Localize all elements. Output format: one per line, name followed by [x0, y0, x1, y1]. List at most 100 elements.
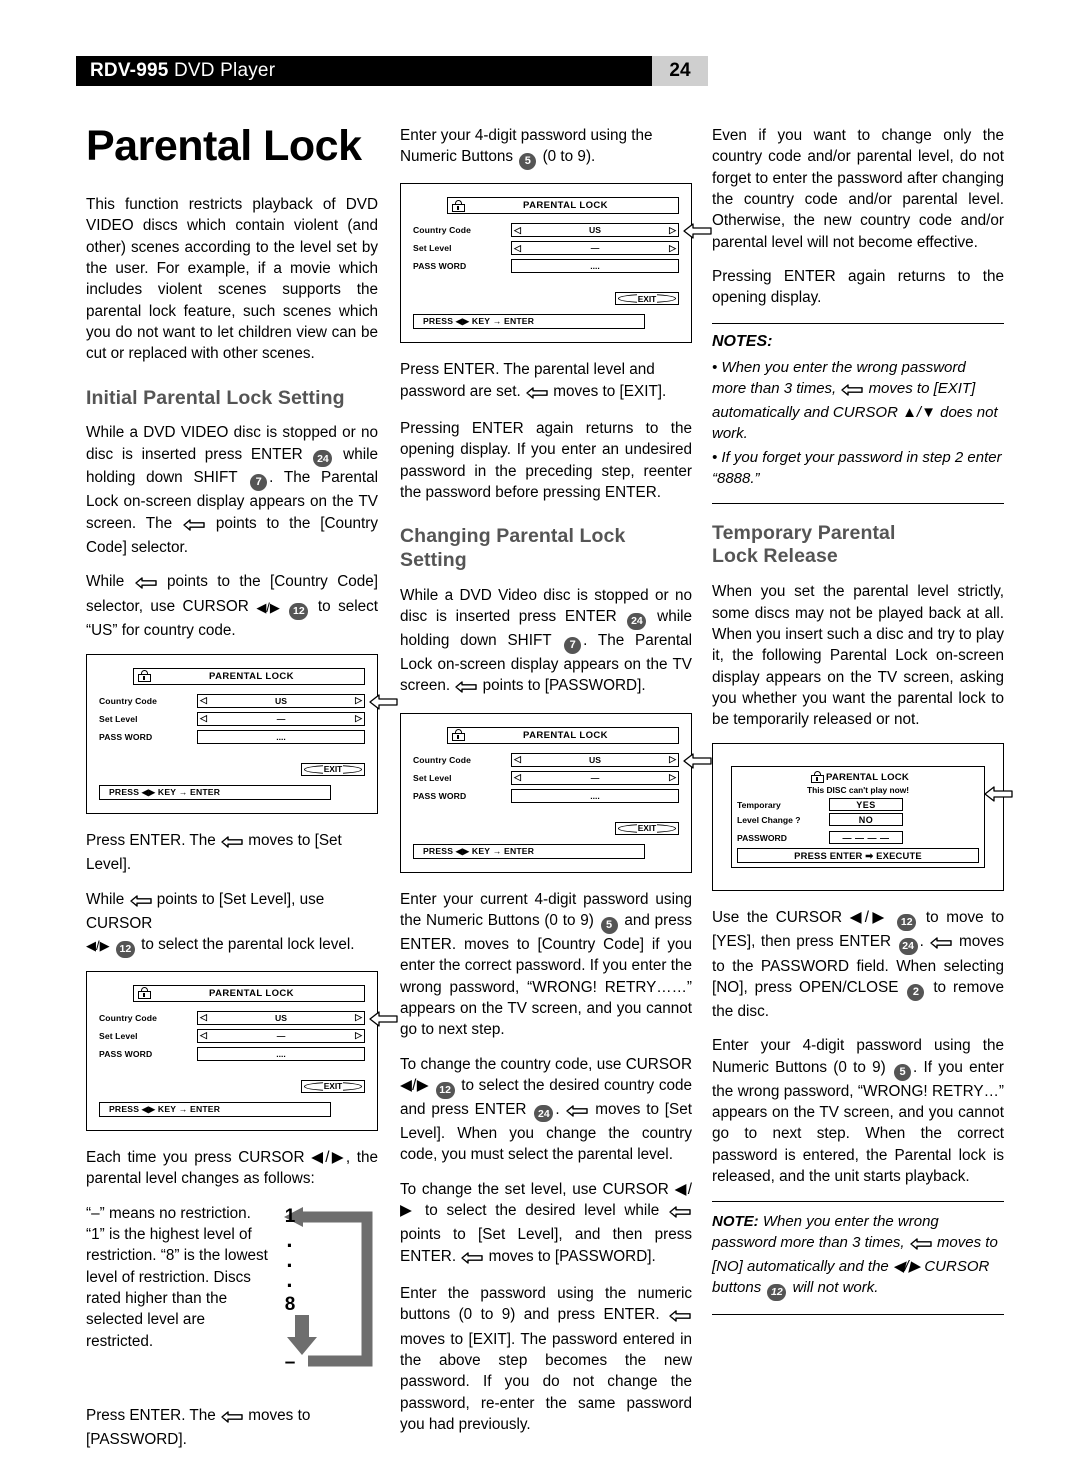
left-p7-a: Press ENTER. The — [86, 1406, 216, 1424]
osd-field-password[interactable]: .... — [197, 1046, 365, 1061]
osd-value-set-level: — — [590, 772, 600, 783]
heading-temporary-line2: Lock Release — [712, 545, 838, 568]
osd-title-bar: PARENTAL LOCK — [447, 197, 679, 215]
left-pointer-arrow-icon — [669, 1307, 691, 1328]
osd2-row-password: PASSWORD — — — — — [737, 831, 979, 845]
left-pointer-arrow-icon — [566, 1102, 589, 1123]
page-number: 24 — [652, 56, 708, 86]
osd-label-country-code: Country Code — [413, 754, 472, 765]
osd-value-password: .... — [590, 790, 600, 801]
badge-shift-7: 7 — [564, 636, 582, 654]
osd2-footer-hint: PRESS ENTER ➡ EXECUTE — [737, 848, 979, 864]
caret-left-icon: ◁ — [514, 772, 521, 783]
header-model: RDV-995 — [90, 60, 169, 81]
badge-shift-7: 7 — [250, 474, 268, 492]
right-p5-b: . If you enter the wrong password, “WRON… — [712, 1058, 1005, 1185]
header-product: DVD Player — [168, 60, 276, 81]
badge-open-close-2: 2 — [907, 983, 925, 1001]
osd-title: PARENTAL LOCK — [523, 200, 608, 212]
osd-field-set-level[interactable]: ◁ — ▷ — [197, 1028, 365, 1043]
left-pointer-arrow-icon — [134, 574, 157, 595]
cursor-left-right-icon: ◀/▶ — [256, 599, 280, 615]
osd-figure-set-level: PARENTAL LOCK Country Code ◁ US ▷ Set Le… — [86, 970, 398, 1131]
osd-exit-button[interactable]: EXIT — [301, 1079, 365, 1093]
left-p2-a: While — [86, 573, 125, 591]
osd-exit-button[interactable]: EXIT — [615, 292, 679, 306]
osd2-label-temporary: Temporary — [737, 799, 781, 810]
osd-field-country-code[interactable]: ◁ US ▷ — [511, 223, 679, 238]
badge-numeric-5: 5 — [600, 916, 618, 934]
osd-field-password[interactable]: .... — [511, 259, 679, 274]
note-label: NOTE: — [712, 1213, 759, 1231]
mid-p7-a: To change the set level, use CURSOR ◀/▶ … — [400, 1180, 692, 1219]
osd-row-set-level: Set Level ◁ — ▷ — [99, 1011, 398, 1043]
right-note-1: • When you enter the wrong password more… — [712, 357, 1004, 444]
left-p1-a: While a DVD VIDEO disc is stopped or no … — [86, 424, 378, 463]
right-paragraph-5: Enter your 4-digit password using the Nu… — [712, 1035, 1004, 1187]
left-paragraph-7: Press ENTER. The moves to [PASSWORD]. — [86, 1405, 378, 1451]
osd-exit-label: EXIT — [636, 823, 658, 834]
left-pointer-arrow-icon — [461, 1249, 484, 1270]
caret-right-icon: ▷ — [355, 695, 362, 706]
osd-row-password: PASS WORD .... — [413, 223, 712, 274]
osd-row-country-code: Country Code ◁ US ▷ — [99, 693, 398, 710]
mid-p6-c: . — [555, 1100, 560, 1118]
page-title: Parental Lock — [86, 122, 362, 170]
heading-changing-parental-lock-setting: Changing Parental Lock Setting — [400, 525, 626, 572]
osd-exit-button[interactable]: EXIT — [615, 821, 679, 835]
osd-label-password: PASS WORD — [99, 731, 153, 742]
osd-label-set-level: Set Level — [99, 713, 138, 724]
mid-paragraph-6: To change the country code, use CURSOR ◀… — [400, 1054, 692, 1166]
left-p4-c: to select the parental lock level. — [141, 936, 355, 954]
osd-value-set-level: — — [276, 1030, 286, 1041]
osd-field-password[interactable]: .... — [197, 729, 365, 744]
badge-cursor-12: 12 — [289, 602, 309, 620]
right-column: Even if you want to change only the coun… — [712, 125, 1013, 1315]
mid-p8-a: Enter the password using the numeric but… — [400, 1284, 692, 1324]
osd2-option-no[interactable]: NO — [829, 813, 903, 827]
badge-enter-24: 24 — [898, 937, 918, 955]
right-paragraph-1: Even if you want to change only the coun… — [712, 127, 1004, 251]
osd-value-country-code: US — [275, 695, 287, 706]
osd-field-country-code[interactable]: ◁ US ▷ — [511, 752, 679, 767]
badge-enter-24: 24 — [534, 1105, 554, 1123]
osd2-option-yes[interactable]: YES — [829, 798, 903, 812]
right-paragraph-3: When you set the parental level strictly… — [712, 583, 1004, 729]
osd-value-password: .... — [590, 261, 600, 272]
osd-value-password: .... — [276, 1048, 286, 1059]
right-note-2: • If you forget your password in step 2 … — [712, 448, 1002, 487]
osd-field-set-level[interactable]: ◁ — ▷ — [511, 241, 679, 256]
caret-right-icon: ▷ — [669, 772, 676, 783]
osd-label-set-level: Set Level — [413, 772, 452, 783]
osd-label-set-level: Set Level — [99, 1030, 138, 1041]
osd-row-password: PASS WORD .... — [99, 729, 365, 744]
osd-exit-label: EXIT — [322, 1081, 344, 1092]
osd-value-country-code: US — [589, 754, 601, 765]
osd-row-country-code: Country Code ◁ US ▷ — [413, 752, 679, 767]
caret-right-icon: ▷ — [669, 754, 676, 765]
left-pointer-arrow-icon — [841, 381, 864, 402]
mid-paragraph-5: Enter your current 4-digit password usin… — [400, 889, 692, 1041]
osd-figure-country-code: PARENTAL LOCK Country Code ◁ US ▷ Set Le… — [86, 653, 398, 814]
osd-pointer-arrow-icon — [368, 1010, 399, 1028]
osd-value-set-level: — — [590, 243, 600, 254]
mid-p4-d: points to [PASSWORD]. — [482, 677, 646, 695]
mid-paragraph-4: While a DVD Video disc is stopped or no … — [400, 585, 692, 700]
osd-field-set-level[interactable]: ◁ — ▷ — [197, 711, 365, 726]
badge-cursor-12: 12 — [767, 1283, 787, 1301]
osd-row-country-code: Country Code ◁ US ▷ — [99, 1010, 365, 1025]
osd-field-set-level[interactable]: ◁ — ▷ — [511, 770, 679, 785]
osd-exit-button[interactable]: EXIT — [301, 762, 365, 776]
caret-left-icon: ◁ — [200, 713, 207, 724]
osd-field-country-code[interactable]: ◁ US ▷ — [197, 1010, 365, 1025]
page-header-title: RDV-995 DVD Player — [76, 60, 275, 82]
osd-row-set-level: Set Level ◁ — ▷ — [413, 770, 679, 785]
osd-pointer-arrow-icon — [682, 752, 713, 770]
left-p3-a: Press ENTER. The — [86, 831, 216, 849]
notes-heading: NOTES: — [712, 332, 773, 350]
osd-title-bar: PARENTAL LOCK — [133, 667, 365, 685]
left-pointer-arrow-icon — [221, 1408, 243, 1429]
osd-field-password[interactable]: .... — [511, 788, 679, 803]
osd2-field-password[interactable]: — — — — — [829, 831, 903, 845]
osd-field-country-code[interactable]: ◁ US ▷ — [197, 693, 365, 708]
